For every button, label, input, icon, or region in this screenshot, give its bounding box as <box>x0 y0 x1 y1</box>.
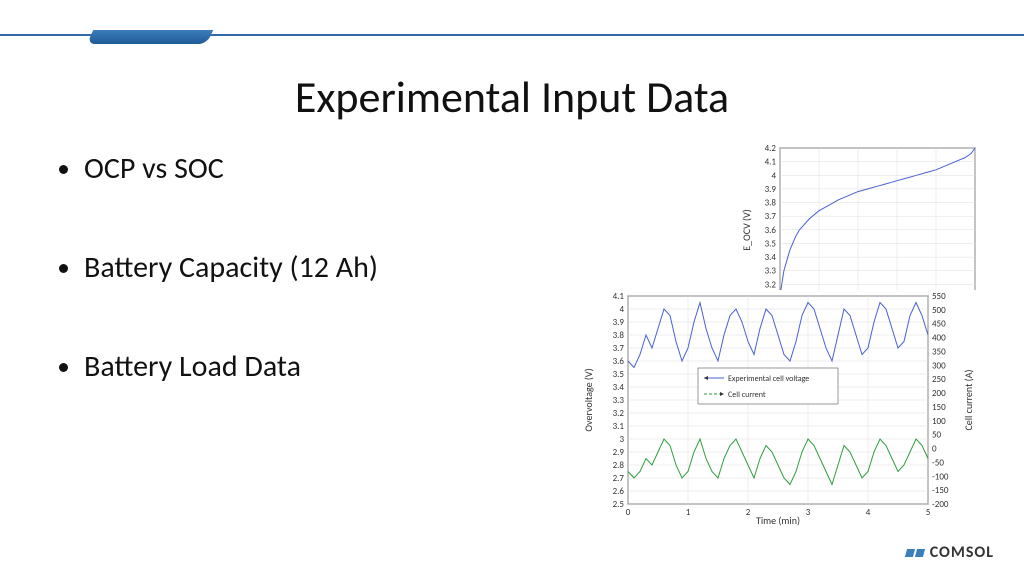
svg-text:3: 3 <box>619 434 624 445</box>
svg-text:3.7: 3.7 <box>765 211 777 222</box>
svg-text:-100: -100 <box>932 471 949 482</box>
logo-square-icon <box>915 549 925 557</box>
ocp-ylabel: E_OCV (V) <box>740 209 753 251</box>
logo-square-icon <box>905 549 915 557</box>
svg-text:5: 5 <box>926 507 931 518</box>
svg-text:0: 0 <box>626 507 631 518</box>
svg-text:2.5: 2.5 <box>613 499 625 510</box>
ocp-curve <box>780 148 975 295</box>
svg-text:3.2: 3.2 <box>765 279 777 290</box>
svg-text:3.8: 3.8 <box>613 330 625 341</box>
svg-text:Experimental cell voltage: Experimental cell voltage <box>728 374 809 384</box>
svg-text:500: 500 <box>932 305 946 316</box>
svg-text:4: 4 <box>771 170 776 181</box>
svg-text:200: 200 <box>932 388 946 399</box>
svg-text:4.1: 4.1 <box>765 157 777 168</box>
svg-text:1: 1 <box>686 507 691 518</box>
svg-text:3.4: 3.4 <box>613 382 625 393</box>
current-curve <box>628 439 928 485</box>
svg-text:3.4: 3.4 <box>765 252 777 263</box>
chart-load-data: Experimental cell voltage Cell current 2… <box>580 290 980 530</box>
svg-text:3.8: 3.8 <box>765 198 777 209</box>
svg-text:3.3: 3.3 <box>765 266 777 277</box>
svg-text:3: 3 <box>806 507 811 518</box>
svg-text:-50: -50 <box>932 457 944 468</box>
svg-text:150: 150 <box>932 402 946 413</box>
svg-text:2.6: 2.6 <box>613 486 625 497</box>
svg-text:-200: -200 <box>932 499 949 510</box>
load-ylabel2: Cell current (A) <box>962 369 975 430</box>
chart-load-svg: Experimental cell voltage Cell current 2… <box>580 290 980 530</box>
svg-text:350: 350 <box>932 346 946 357</box>
svg-text:3.5: 3.5 <box>765 238 777 249</box>
svg-text:4: 4 <box>866 507 871 518</box>
svg-text:300: 300 <box>932 360 946 371</box>
bullet-item: Battery Load Data <box>84 348 560 385</box>
bullet-list: OCP vs SOC Battery Capacity (12 Ah) Batt… <box>60 150 560 447</box>
svg-text:550: 550 <box>932 291 946 302</box>
svg-text:3.3: 3.3 <box>613 395 625 406</box>
svg-text:2.8: 2.8 <box>613 460 625 471</box>
grid-h <box>780 148 975 298</box>
svg-text:Cell current: Cell current <box>728 390 766 400</box>
svg-text:3.9: 3.9 <box>613 317 625 328</box>
slide-title: Experimental Input Data <box>0 70 1024 124</box>
slide-top-decoration <box>0 30 1024 48</box>
chart-legend: Experimental cell voltage Cell current <box>698 368 838 404</box>
grid-v <box>780 148 975 298</box>
svg-text:2.9: 2.9 <box>613 447 625 458</box>
bullet-item: OCP vs SOC <box>84 150 560 187</box>
svg-text:3.5: 3.5 <box>613 369 625 380</box>
logo-text: COMSOL <box>930 543 994 562</box>
svg-text:450: 450 <box>932 319 946 330</box>
svg-text:3.6: 3.6 <box>613 356 625 367</box>
svg-text:50: 50 <box>932 430 942 441</box>
svg-text:4.1: 4.1 <box>613 291 625 302</box>
load-ylabel: Overvoltage (V) <box>582 368 595 431</box>
svg-text:4: 4 <box>619 304 624 315</box>
comsol-logo: COMSOL <box>906 543 994 562</box>
svg-text:-150: -150 <box>932 485 949 496</box>
svg-text:3.1: 3.1 <box>613 421 625 432</box>
svg-text:3.6: 3.6 <box>765 225 777 236</box>
svg-text:400: 400 <box>932 333 946 344</box>
svg-text:2.7: 2.7 <box>613 473 625 484</box>
load-xlabel: Time (min) <box>756 514 800 527</box>
bullet-item: Battery Capacity (12 Ah) <box>84 249 560 286</box>
svg-text:4.2: 4.2 <box>765 143 777 154</box>
svg-text:2: 2 <box>746 507 751 518</box>
svg-text:3.2: 3.2 <box>613 408 625 419</box>
svg-text:100: 100 <box>932 416 946 427</box>
svg-text:3.9: 3.9 <box>765 184 777 195</box>
svg-text:0: 0 <box>932 444 937 455</box>
svg-text:250: 250 <box>932 374 946 385</box>
svg-text:3.7: 3.7 <box>613 343 625 354</box>
